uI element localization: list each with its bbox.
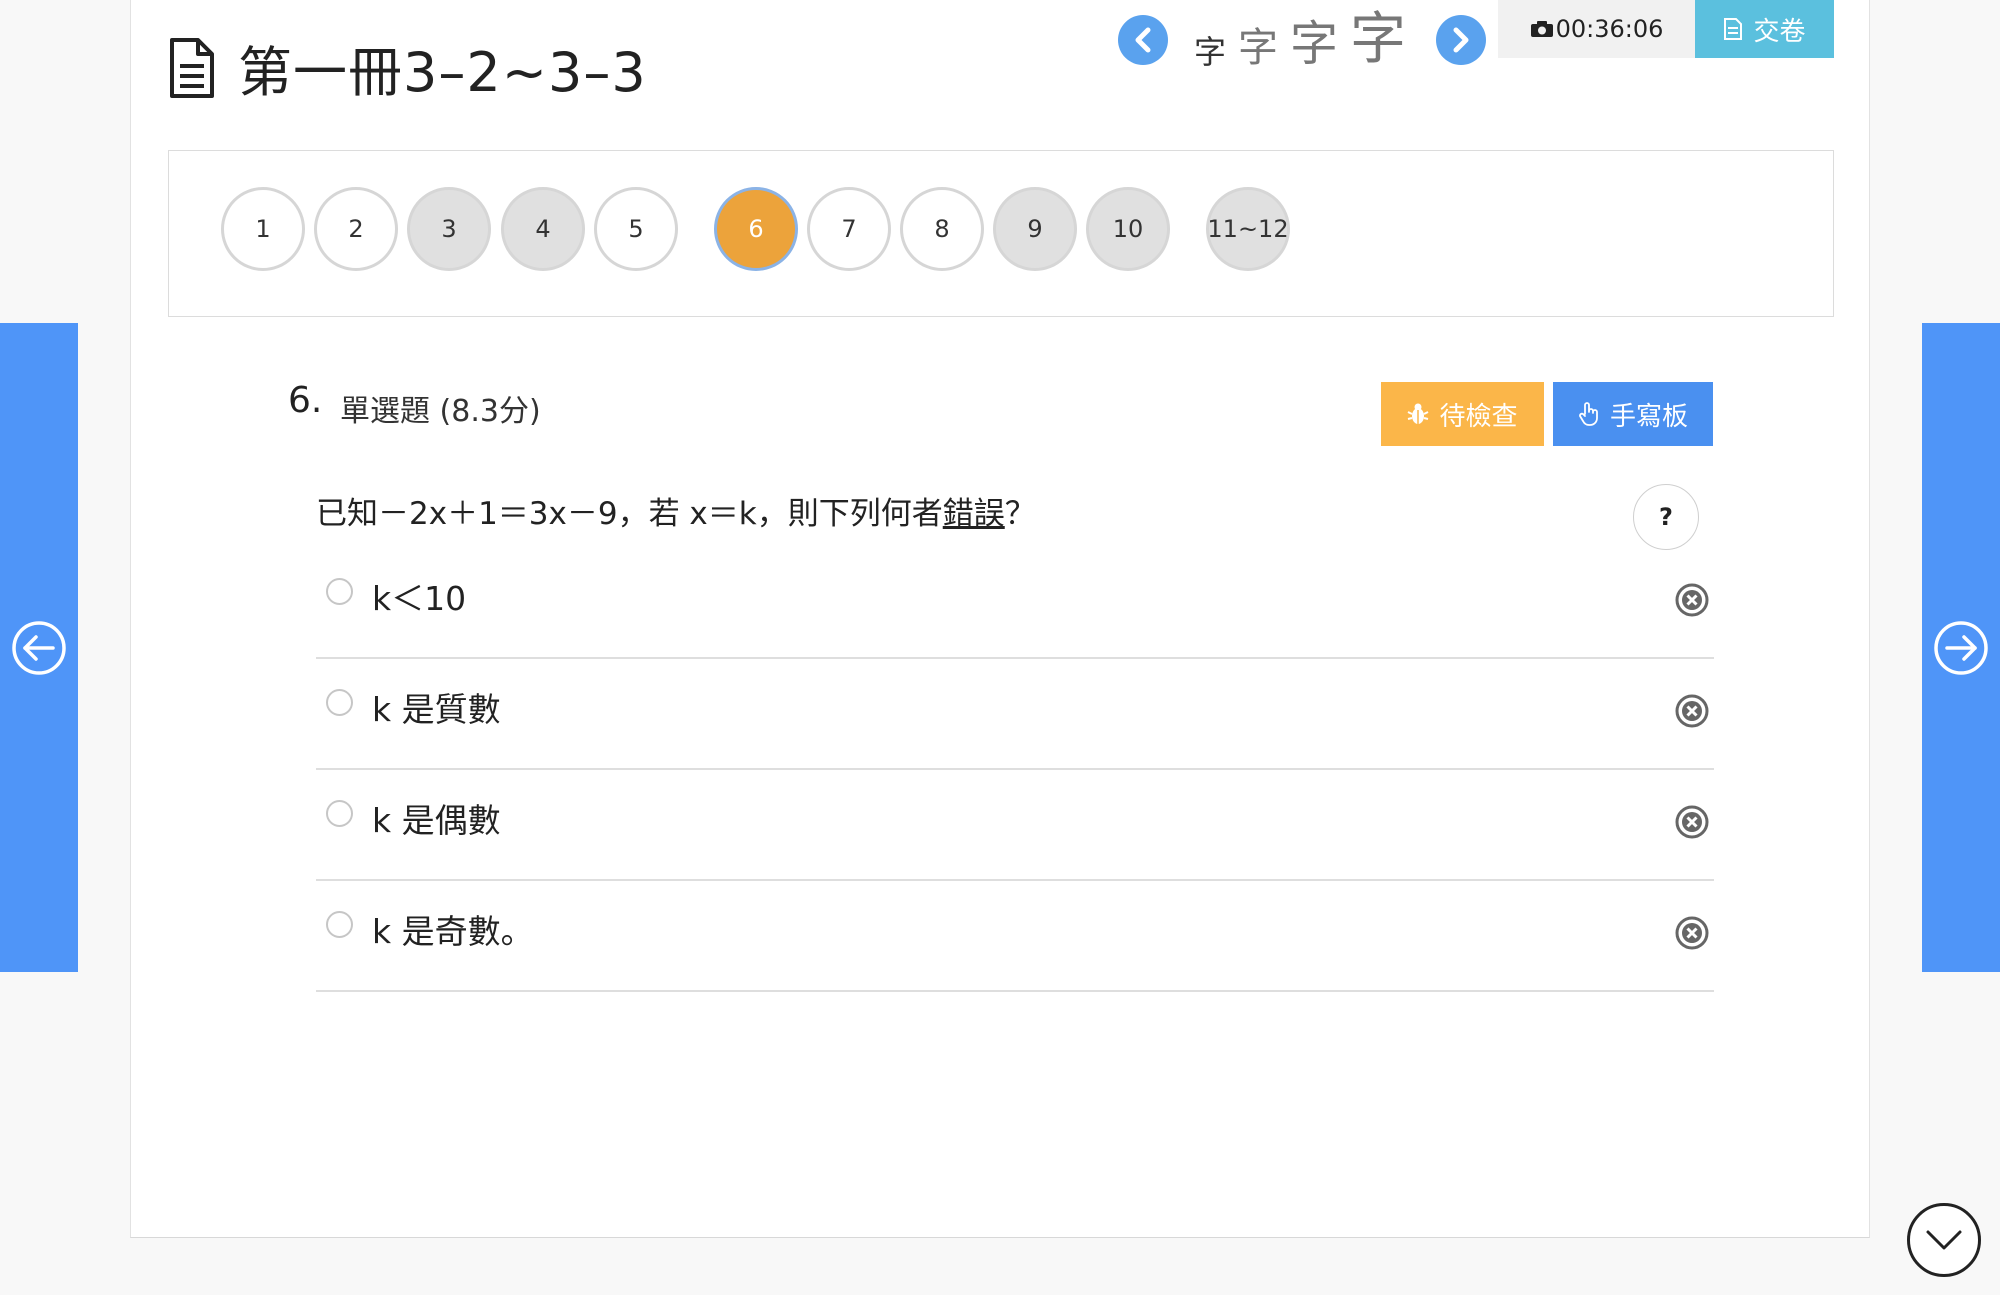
question-stem: 已知－2x＋1＝3x－9，若 x＝k，則下列何者錯誤？ xyxy=(316,488,1036,533)
question-nav-button-current[interactable]: 6 xyxy=(714,187,798,271)
chevron-left-icon xyxy=(1135,27,1151,53)
option-radio[interactable] xyxy=(326,689,353,716)
question-nav-label: 6 xyxy=(748,215,764,243)
font-size-control: 字 字 字 字 xyxy=(1118,12,1487,69)
question-nav-button[interactable]: 7 xyxy=(807,187,891,271)
help-button[interactable]: ? xyxy=(1633,484,1699,550)
question-number: 6. xyxy=(288,380,323,421)
option-radio[interactable] xyxy=(326,800,353,827)
document-icon xyxy=(170,37,214,98)
help-label: ? xyxy=(1659,503,1673,531)
question-nav-button[interactable]: 4 xyxy=(501,187,585,271)
bug-icon xyxy=(1408,403,1429,424)
handwriting-board-button[interactable]: 手寫板 xyxy=(1553,382,1713,446)
chevron-down-icon xyxy=(1926,1230,1962,1250)
submit-exam-button[interactable]: 交卷 xyxy=(1695,0,1834,58)
chevron-right-icon xyxy=(1453,27,1469,53)
question-nav-label: 7 xyxy=(841,215,857,243)
stem-end: ？ xyxy=(1004,496,1036,532)
question-nav-button[interactable]: 5 xyxy=(594,187,678,271)
question-nav-label: 8 xyxy=(934,215,950,243)
close-circle-icon[interactable] xyxy=(1674,582,1710,618)
handwrite-label: 手寫板 xyxy=(1609,401,1688,432)
timer-value: 00:36:06 xyxy=(1555,15,1664,43)
question-nav-label: 11~12 xyxy=(1207,215,1289,243)
submit-label: 交卷 xyxy=(1753,16,1806,47)
question-nav-button[interactable]: 1 xyxy=(221,187,305,271)
exam-timer: 00:36:06 xyxy=(1498,0,1695,58)
question-nav-label: 5 xyxy=(628,215,644,243)
question-nav-button[interactable]: 10 xyxy=(1086,187,1170,271)
font-size-next-button[interactable] xyxy=(1436,15,1487,65)
page-title: 第一冊3–2~3–3 xyxy=(238,41,647,104)
font-size-options: 字 字 字 字 xyxy=(1194,12,1406,69)
close-circle-icon[interactable] xyxy=(1674,804,1710,840)
previous-question-button[interactable] xyxy=(0,323,78,972)
question-nav-label: 2 xyxy=(348,215,364,243)
question-nav-button[interactable]: 8 xyxy=(900,187,984,271)
question-nav-label: 10 xyxy=(1112,215,1144,243)
font-size-medium[interactable]: 字 xyxy=(1238,28,1278,68)
question-type: 單選題 (8.3分) xyxy=(340,394,541,429)
question-nav-button[interactable]: 9 xyxy=(993,187,1077,271)
question-nav-label: 9 xyxy=(1027,215,1043,243)
question-nav-button[interactable]: 2 xyxy=(314,187,398,271)
font-size-large[interactable]: 字 xyxy=(1290,20,1338,68)
option-text: k＜10 xyxy=(372,579,467,618)
close-circle-icon[interactable] xyxy=(1674,915,1710,951)
arrow-right-circle-icon xyxy=(1934,620,1988,675)
answer-option[interactable]: k 是質數 xyxy=(316,659,1714,770)
question-nav-label: 1 xyxy=(255,215,271,243)
option-radio[interactable] xyxy=(326,911,353,938)
question-nav-label: 4 xyxy=(535,215,551,243)
question-navigator: 1 2 3 4 5 6 7 8 9 10 11~12 xyxy=(168,150,1834,317)
answer-option[interactable]: k 是奇數。 xyxy=(316,881,1714,992)
answer-option[interactable]: k＜10 xyxy=(316,548,1714,659)
exam-title-bar: 第一冊3–2~3–3 xyxy=(168,28,647,107)
option-text: k 是偶數 xyxy=(372,801,501,840)
question-nav-button[interactable]: 11~12 xyxy=(1206,187,1290,271)
pending-label: 待檢查 xyxy=(1439,401,1518,432)
font-size-prev-button[interactable] xyxy=(1118,15,1168,65)
font-size-small[interactable]: 字 xyxy=(1194,36,1226,68)
hand-pointer-icon xyxy=(1579,402,1598,426)
next-question-button[interactable] xyxy=(1922,323,2000,972)
option-radio[interactable] xyxy=(326,578,353,605)
arrow-left-circle-icon xyxy=(12,620,66,675)
camera-icon xyxy=(1530,21,1553,37)
answer-option[interactable]: k 是偶數 xyxy=(316,770,1714,881)
font-size-xlarge[interactable]: 字 xyxy=(1350,12,1406,68)
stem-text: 已知－2x＋1＝3x－9，若 x＝k，則下列何者 xyxy=(316,496,943,532)
question-nav-button[interactable]: 3 xyxy=(407,187,491,271)
stem-emphasis: 錯誤 xyxy=(942,496,1005,532)
option-text: k 是奇數。 xyxy=(372,912,534,951)
option-text: k 是質數 xyxy=(372,690,501,729)
paper-icon xyxy=(1724,18,1743,40)
question-nav-label: 3 xyxy=(441,215,457,243)
close-circle-icon[interactable] xyxy=(1674,693,1710,729)
scroll-down-button[interactable] xyxy=(1907,1203,1981,1277)
mark-for-review-button[interactable]: 待檢查 xyxy=(1381,382,1544,446)
